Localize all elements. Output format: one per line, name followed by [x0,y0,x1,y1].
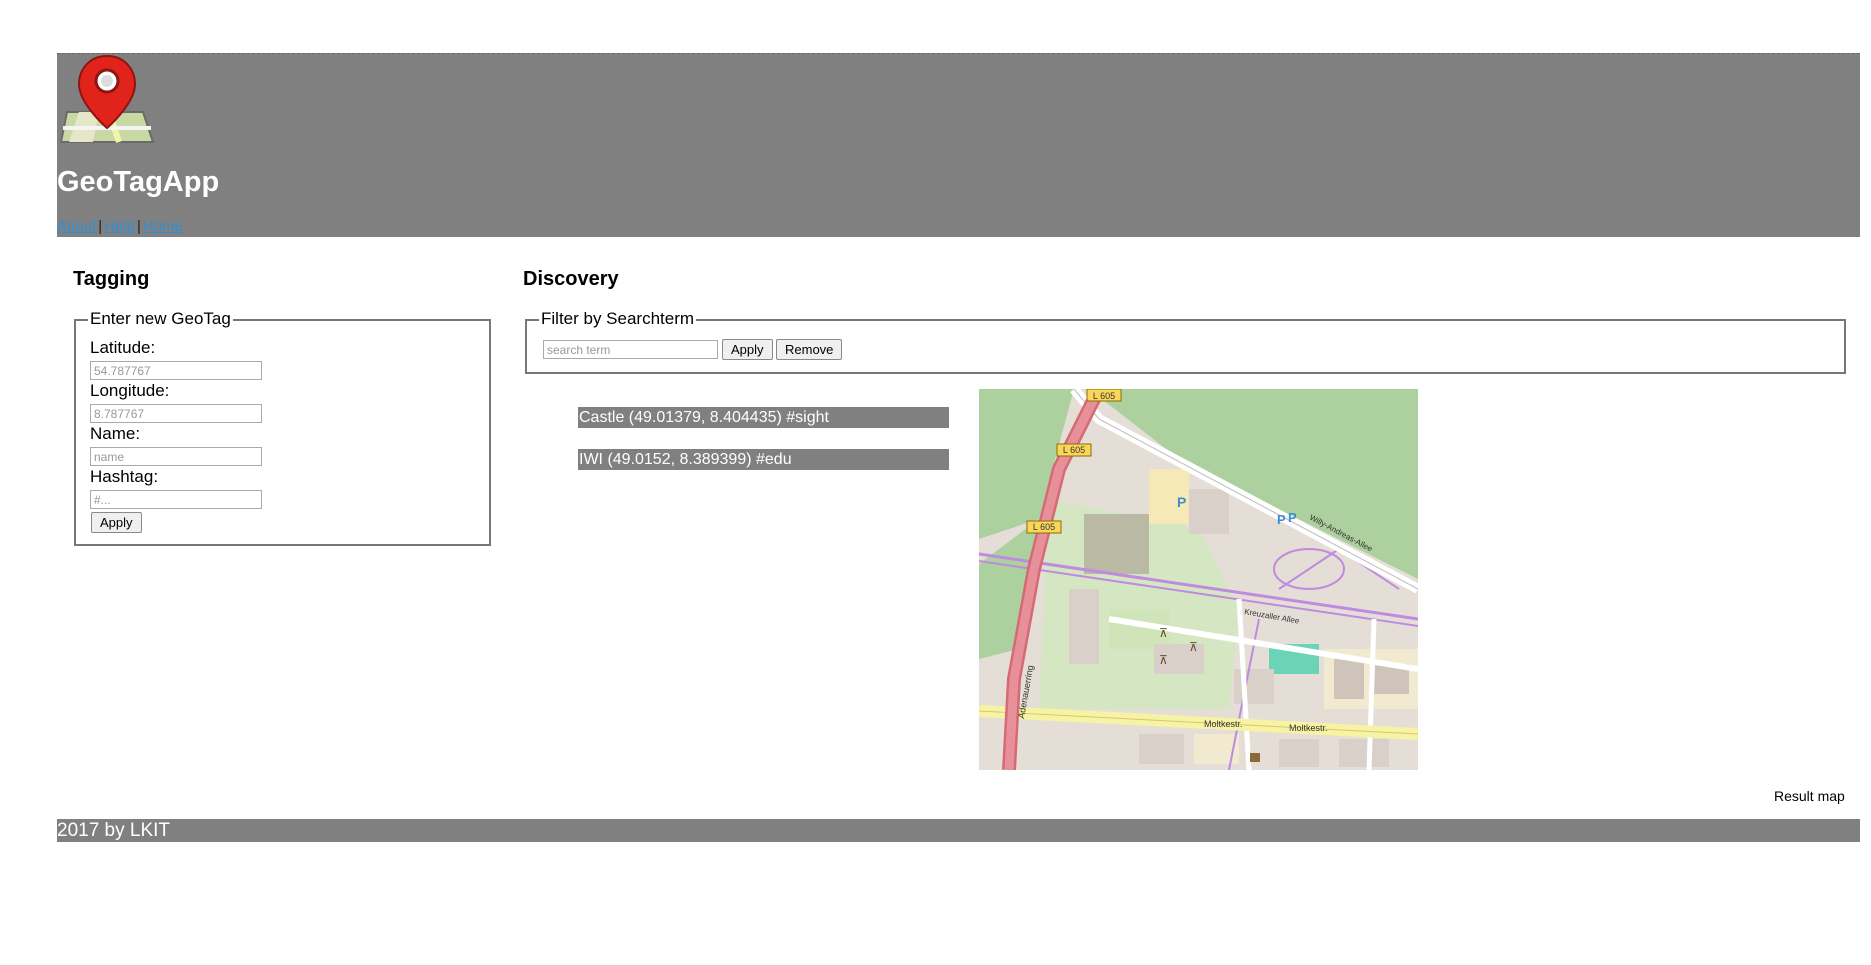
nav-separator: | [98,218,103,235]
map-road-label: L 605 [1063,445,1085,455]
hashtag-label: Hashtag: [90,467,159,486]
map-street-label: Moltkestr. [1289,723,1328,733]
footer: 2017 by LKIT [57,819,1860,842]
nav-separator: | [136,218,141,235]
nav-bar: About | Help | Home [57,218,183,235]
longitude-label: Longitude: [90,381,170,400]
map-street-label: Moltkestr. [1204,719,1243,729]
map-parking-label: P [1177,494,1186,510]
map-road-label: L 605 [1033,522,1055,532]
tagging-title: Tagging [73,268,150,290]
map-parking-label: P [1288,510,1297,525]
map-parking-label: P [1277,512,1286,527]
discovery-title: Discovery [523,268,619,290]
name-input[interactable] [90,447,262,466]
new-geotag-legend: Enter new GeoTag [88,309,233,329]
result-item[interactable]: IWI (49.0152, 8.389399) #edu [578,449,949,470]
nav-link-home[interactable]: Home [143,218,183,235]
tagging-apply-button[interactable]: Apply [91,512,142,533]
app-title: GeoTagApp [57,166,220,198]
search-input[interactable] [543,340,718,359]
map-pin-logo-icon [59,54,155,143]
map-road-label: L 605 [1093,391,1115,401]
result-item[interactable]: Castle (49.01379, 8.404435) #sight [578,407,949,428]
header: GeoTagApp About | Help | Home [57,53,1860,237]
longitude-input[interactable] [90,404,262,423]
svg-text:⊼: ⊼ [1159,626,1168,640]
filter-fieldset: Filter by Searchterm Apply Remove [525,309,1846,374]
hashtag-input[interactable] [90,490,262,509]
new-geotag-fieldset: Enter new GeoTag Latitude: Longitude: Na… [74,309,491,546]
svg-text:⊼: ⊼ [1159,653,1168,667]
latitude-input[interactable] [90,361,262,380]
filter-apply-button[interactable]: Apply [722,339,773,360]
filter-remove-button[interactable]: Remove [776,339,843,360]
name-label: Name: [90,424,141,443]
nav-link-help[interactable]: Help [104,218,135,235]
result-map-graphic: L 605 L 605 L 605 Adenauerring Moltkestr… [979,389,1418,770]
latitude-label: Latitude: [90,338,156,357]
result-map[interactable]: L 605 L 605 L 605 Adenauerring Moltkestr… [979,389,1418,770]
filter-legend: Filter by Searchterm [539,309,697,329]
nav-link-about[interactable]: About [57,218,96,235]
svg-text:⊼: ⊼ [1189,640,1198,654]
map-caption: Result map [1774,788,1845,804]
